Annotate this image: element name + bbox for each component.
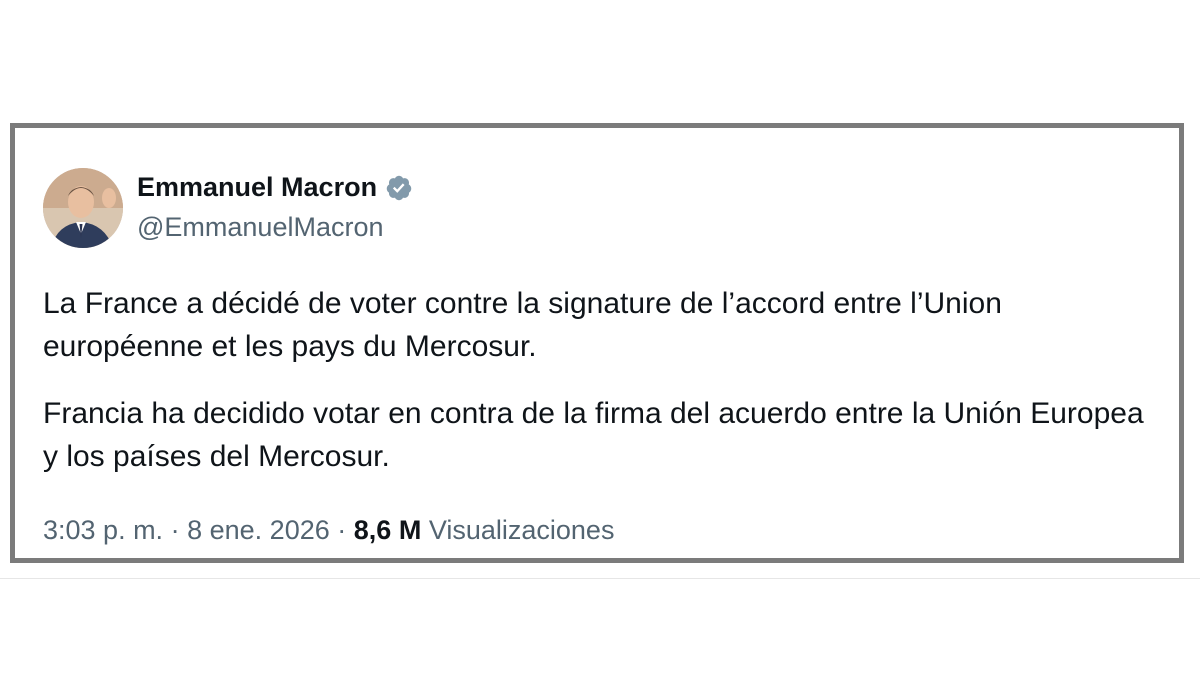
tweet-time[interactable]: 3:03 p. m.: [43, 515, 163, 545]
views-label: Visualizaciones: [428, 515, 615, 545]
views-count: 8,6 M: [353, 515, 422, 545]
author-handle[interactable]: @EmmanuelMacron: [137, 212, 384, 243]
tweet-card[interactable]: Emmanuel Macron @EmmanuelMacron La Franc…: [10, 123, 1184, 563]
tweet-text-spanish: Francia ha decidido votar en contra de l…: [43, 397, 1144, 473]
tweet-date[interactable]: 8 ene. 2026: [187, 515, 330, 545]
author-name-row: Emmanuel Macron: [137, 172, 413, 203]
author-display-name[interactable]: Emmanuel Macron: [137, 172, 377, 203]
tweet-text-french: La France a décidé de voter contre la si…: [43, 287, 1002, 363]
tweet-meta: 3:03 p. m. · 8 ene. 2026 · 8,6 M Visuali…: [43, 515, 614, 546]
meta-separator: ·: [170, 515, 180, 545]
avatar[interactable]: [43, 168, 123, 248]
verified-badge-icon: [385, 174, 413, 202]
avatar-photo: [43, 168, 123, 248]
divider: [0, 578, 1200, 579]
meta-separator: ·: [337, 515, 347, 545]
